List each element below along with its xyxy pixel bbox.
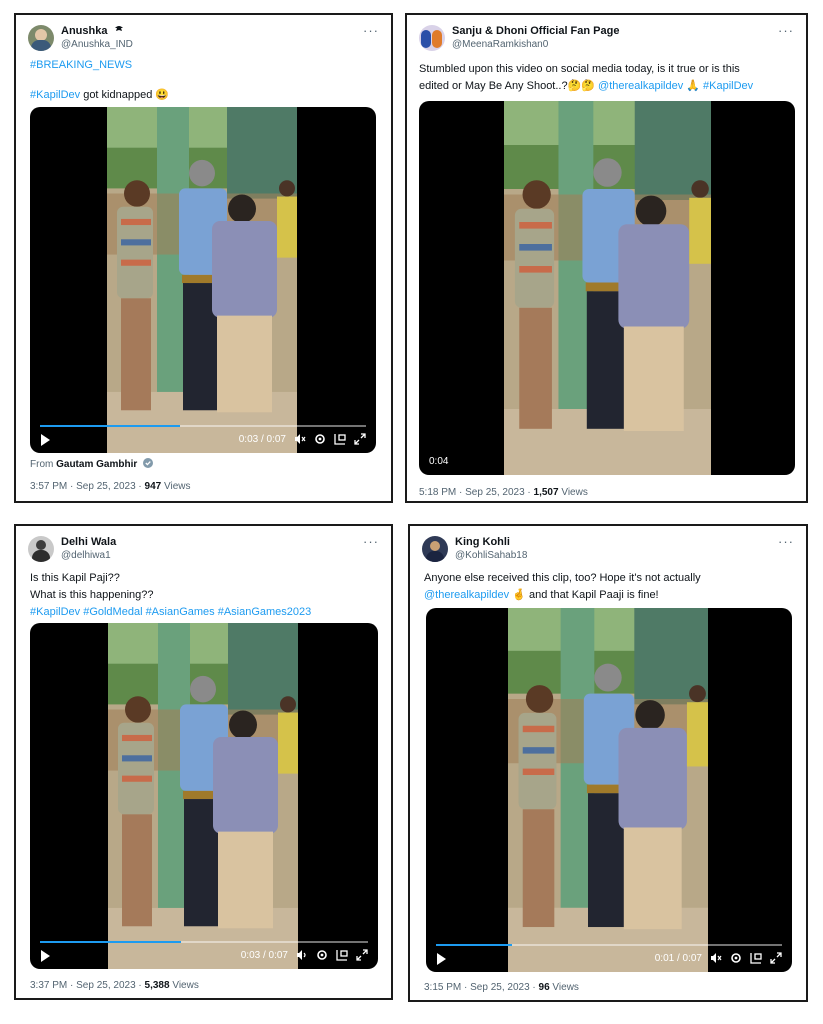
- settings-icon[interactable]: [730, 952, 742, 964]
- hashtags[interactable]: #KapilDev #GoldMedal #AsianGames #AsianG…: [30, 604, 379, 621]
- mention-therealkapildev[interactable]: @therealkapildev: [424, 589, 509, 601]
- video-frame: [508, 608, 708, 972]
- tweet-card-4: King Kohli @KohliSahab18 ··· Anyone else…: [408, 524, 808, 1002]
- tweet-meta: 3:15 PM · Sep 25, 2023 · 96 Views: [424, 982, 579, 993]
- tweet-header: Anushka @Anushka_IND ···: [28, 23, 381, 59]
- avatar[interactable]: [419, 25, 445, 51]
- display-name[interactable]: King Kohli: [455, 536, 510, 548]
- video-frame: [107, 107, 297, 453]
- display-name[interactable]: Anushka: [61, 25, 124, 37]
- mute-icon[interactable]: [710, 952, 722, 964]
- video-player[interactable]: 0:03 / 0:07: [30, 107, 376, 453]
- video-controls: 0:03 / 0:07: [30, 425, 376, 453]
- video-controls: 0:01 / 0:07: [426, 944, 792, 972]
- verified-icon: [114, 26, 123, 31]
- pip-icon[interactable]: [750, 952, 762, 964]
- folded-hands-emoji: 🙏: [683, 80, 704, 92]
- display-name[interactable]: Delhi Wala: [61, 536, 116, 548]
- timestamp[interactable]: 3:57 PM · Sep 25, 2023 ·: [30, 481, 145, 492]
- progress-fill: [436, 944, 513, 946]
- progress-fill: [40, 941, 182, 943]
- display-name[interactable]: Sanju & Dhoni Official Fan Page: [452, 25, 619, 37]
- tweet-body-line-2: What is this happening??: [30, 589, 154, 601]
- view-count: 1,507: [533, 487, 559, 498]
- more-icon[interactable]: ···: [363, 534, 379, 549]
- tweet-card-2: Sanju & Dhoni Official Fan Page @MeenaRa…: [405, 13, 808, 503]
- tweet-body: Stumbled upon this video on social media…: [419, 63, 740, 75]
- timestamp[interactable]: 3:37 PM · Sep 25, 2023 ·: [30, 980, 145, 991]
- tweet-meta: 3:57 PM · Sep 25, 2023 · 947 Views: [30, 481, 191, 492]
- video-player[interactable]: 0:01 / 0:07: [426, 608, 792, 972]
- user-handle[interactable]: @Anushka_IND: [61, 39, 133, 50]
- view-count: 947: [144, 481, 162, 492]
- tweet-text: Is this Kapil Paji?? What is this happen…: [30, 570, 379, 621]
- control-group: 0:01 / 0:07: [655, 952, 782, 964]
- tweet-text: Stumbled upon this video on social media…: [419, 61, 796, 95]
- play-icon[interactable]: [40, 434, 50, 446]
- pip-icon[interactable]: [336, 949, 348, 961]
- play-icon[interactable]: [40, 950, 50, 962]
- timestamp[interactable]: 5:18 PM · Sep 25, 2023 ·: [419, 487, 534, 498]
- timestamp[interactable]: 3:15 PM · Sep 25, 2023 ·: [424, 982, 539, 993]
- video-frame: [504, 101, 711, 475]
- control-group: 0:03 / 0:07: [241, 949, 368, 961]
- pip-icon[interactable]: [334, 433, 346, 445]
- control-group: 0:03 / 0:07: [239, 433, 366, 445]
- avatar[interactable]: [28, 25, 54, 51]
- video-frame: [108, 623, 298, 969]
- progress-bar[interactable]: [436, 944, 782, 946]
- tweet-header: King Kohli @KohliSahab18 ···: [422, 534, 796, 570]
- source-account[interactable]: Gautam Gambhir: [56, 459, 137, 470]
- tweet-card-1: Anushka @Anushka_IND ··· #BREAKING_NEWS …: [14, 13, 393, 503]
- tweet-header: Delhi Wala @delhiwa1 ···: [28, 534, 381, 570]
- fullscreen-icon[interactable]: [770, 952, 782, 964]
- more-icon[interactable]: ···: [778, 23, 794, 38]
- tweet-card-3: Delhi Wala @delhiwa1 ··· Is this Kapil P…: [14, 524, 393, 1000]
- tweet-body: Anyone else received this clip, too? Hop…: [424, 572, 701, 584]
- verified-icon: [143, 458, 154, 468]
- video-player[interactable]: 0:04: [419, 101, 795, 475]
- avatar[interactable]: [28, 536, 54, 562]
- play-icon[interactable]: [436, 953, 446, 965]
- fullscreen-icon[interactable]: [356, 949, 368, 961]
- view-count: 5,388: [144, 980, 170, 991]
- tweet-body-line-1: Is this Kapil Paji??: [30, 572, 120, 584]
- hashtag-kapildev[interactable]: #KapilDev: [703, 80, 753, 92]
- settings-icon[interactable]: [314, 433, 326, 445]
- progress-fill: [40, 425, 181, 427]
- hashtag-breaking-news[interactable]: #BREAKING_NEWS: [30, 57, 377, 74]
- user-handle[interactable]: @MeenaRamkishan0: [452, 39, 548, 50]
- fullscreen-icon[interactable]: [354, 433, 366, 445]
- mute-icon[interactable]: [294, 433, 306, 445]
- tweet-meta: 5:18 PM · Sep 25, 2023 · 1,507 Views: [419, 487, 588, 498]
- avatar[interactable]: [422, 536, 448, 562]
- tweet-text: Anyone else received this clip, too? Hop…: [424, 570, 796, 604]
- timecode: 0:03 / 0:07: [240, 949, 288, 961]
- more-icon[interactable]: ···: [363, 23, 379, 38]
- mention-therealkapildev[interactable]: @therealkapildev: [598, 80, 683, 92]
- video-controls: 0:03 / 0:07: [30, 941, 378, 969]
- more-icon[interactable]: ···: [778, 534, 794, 549]
- timecode: 0:03 / 0:07: [238, 433, 286, 445]
- volume-icon[interactable]: [296, 949, 308, 961]
- progress-bar[interactable]: [40, 425, 366, 427]
- tweet-body: got kidnapped 😃: [80, 89, 170, 101]
- time-remaining-badge: 0:04: [429, 456, 449, 467]
- progress-bar[interactable]: [40, 941, 368, 943]
- tweet-text: #BREAKING_NEWS #KapilDev got kidnapped 😃: [30, 57, 377, 104]
- hashtag-kapildev[interactable]: #KapilDev: [30, 89, 80, 101]
- tweet-body-cont: edited or May Be Any Shoot..?🤔🤔: [419, 80, 599, 92]
- user-handle[interactable]: @KohliSahab18: [455, 550, 527, 561]
- video-source: From Gautam Gambhir: [30, 458, 154, 470]
- timecode: 0:01 / 0:07: [654, 952, 702, 964]
- settings-icon[interactable]: [316, 949, 328, 961]
- tweet-meta: 3:37 PM · Sep 25, 2023 · 5,388 Views: [30, 980, 199, 991]
- video-player[interactable]: 0:03 / 0:07: [30, 623, 378, 969]
- user-handle[interactable]: @delhiwa1: [61, 550, 111, 561]
- tweet-body-cont: 🤞 and that Kapil Paaji is fine!: [509, 589, 659, 601]
- view-count: 96: [538, 982, 550, 993]
- tweet-header: Sanju & Dhoni Official Fan Page @MeenaRa…: [419, 23, 796, 59]
